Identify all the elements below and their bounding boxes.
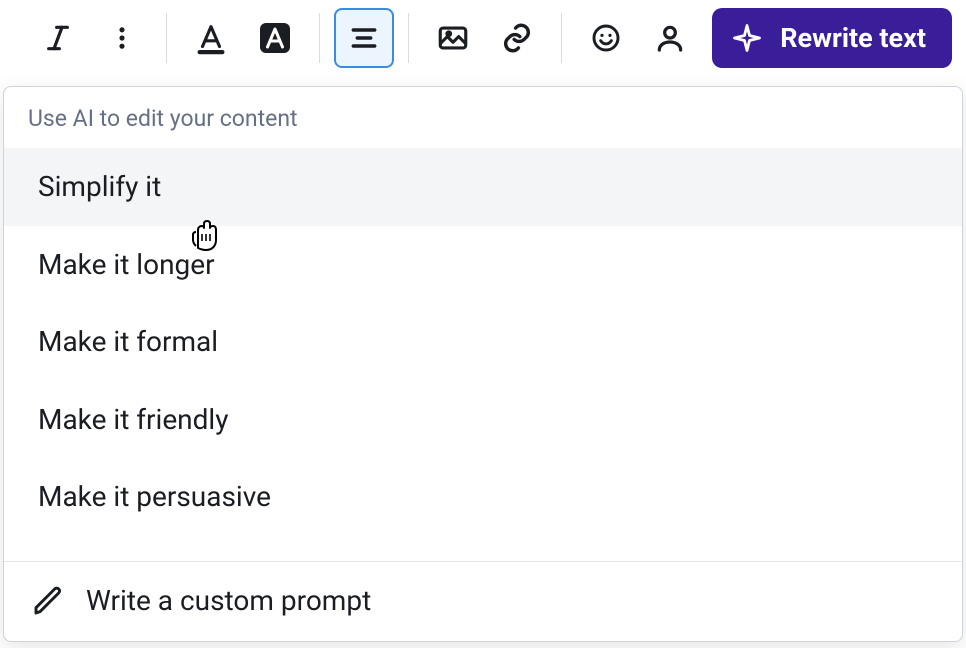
- option-simplify[interactable]: Simplify it: [4, 148, 962, 226]
- insert-emoji-button[interactable]: [576, 8, 636, 68]
- link-icon: [500, 21, 534, 55]
- toolbar-separator: [166, 13, 167, 63]
- dropdown-header: Use AI to edit your content: [4, 87, 962, 148]
- rewrite-text-label: Rewrite text: [780, 22, 926, 54]
- more-options-button[interactable]: [92, 8, 152, 68]
- align-center-icon: [348, 22, 380, 54]
- user-icon: [654, 22, 686, 54]
- pencil-icon: [32, 585, 64, 617]
- formatting-toolbar: Rewrite text: [0, 0, 966, 76]
- option-make-persuasive[interactable]: Make it persuasive: [4, 458, 962, 536]
- highlight-color-button[interactable]: [245, 8, 305, 68]
- custom-prompt-label: Write a custom prompt: [86, 584, 371, 617]
- insert-link-button[interactable]: [487, 8, 547, 68]
- text-color-button[interactable]: [181, 8, 241, 68]
- toolbar-separator: [408, 13, 409, 63]
- highlight-icon: [257, 20, 293, 56]
- toolbar-separator: [319, 13, 320, 63]
- option-make-formal[interactable]: Make it formal: [4, 303, 962, 381]
- option-make-friendly[interactable]: Make it friendly: [4, 381, 962, 459]
- rewrite-text-button[interactable]: Rewrite text: [712, 8, 952, 68]
- write-custom-prompt-button[interactable]: Write a custom prompt: [4, 562, 962, 641]
- insert-image-button[interactable]: [423, 8, 483, 68]
- italic-icon: [42, 22, 74, 54]
- emoji-icon: [590, 22, 622, 54]
- text-color-icon: [194, 21, 228, 55]
- align-center-button[interactable]: [334, 8, 394, 68]
- image-icon: [436, 21, 470, 55]
- ai-rewrite-dropdown: Use AI to edit your content Simplify it …: [3, 86, 963, 642]
- italic-button[interactable]: [28, 8, 88, 68]
- toolbar-separator: [561, 13, 562, 63]
- mention-user-button[interactable]: [640, 8, 700, 68]
- more-vertical-icon: [108, 22, 136, 54]
- sparkle-icon: [732, 23, 762, 53]
- option-make-longer[interactable]: Make it longer: [4, 226, 962, 304]
